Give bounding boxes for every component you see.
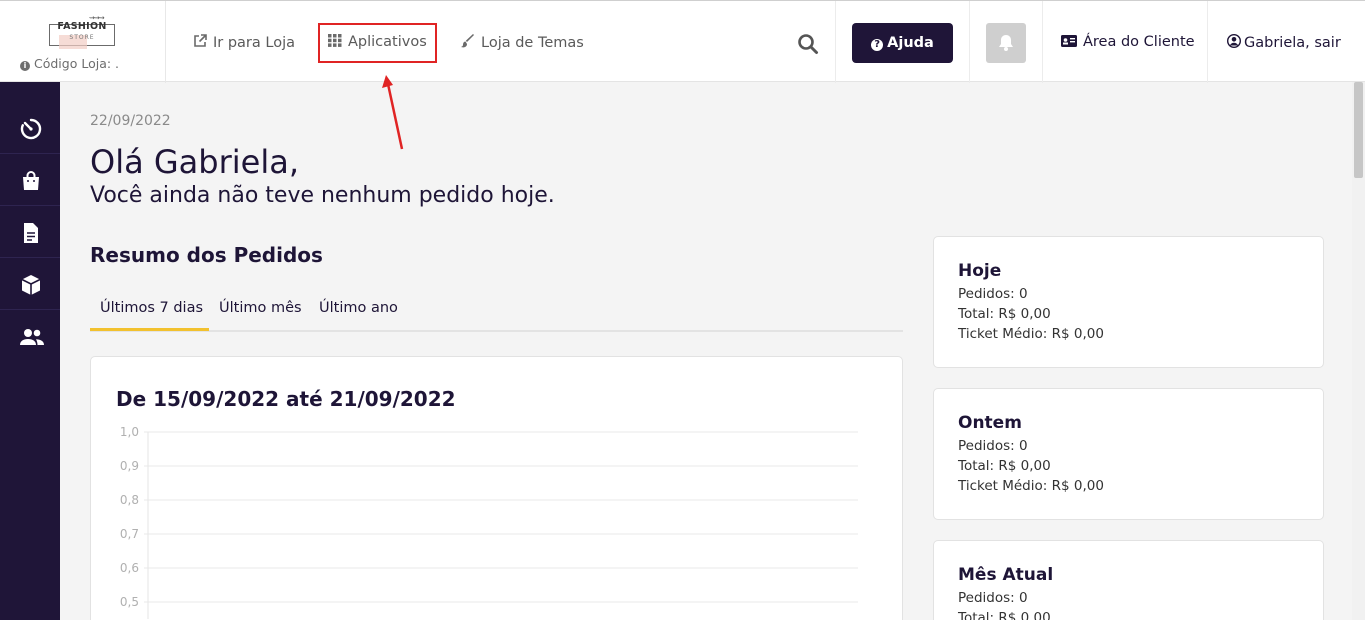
tab-last-month[interactable]: Último mês	[219, 300, 302, 316]
stat-title: Hoje	[958, 261, 1002, 281]
logo-area: ⇝⇝⇝ FASHION STORE i Código Loja: .	[0, 1, 166, 83]
sidebar-item-dashboard[interactable]	[0, 102, 60, 154]
stat-title: Mês Atual	[958, 565, 1054, 585]
header-divider	[835, 1, 836, 83]
theme-store-label: Loja de Temas	[481, 35, 584, 51]
question-icon: ?	[871, 39, 884, 51]
stat-title: Ontem	[958, 413, 1022, 433]
client-area-label: Área do Cliente	[1083, 34, 1195, 50]
stat-card-yesterday: Ontem Pedidos: 0 Total: R$ 0,00 Ticket M…	[933, 388, 1324, 520]
sidebar-item-products[interactable]	[0, 258, 60, 310]
search-button[interactable]	[797, 33, 821, 55]
search-icon	[798, 34, 818, 54]
sidebar-item-customers[interactable]	[0, 310, 60, 362]
notifications-button[interactable]	[986, 23, 1026, 63]
page-scrollbar[interactable]	[1352, 82, 1365, 620]
logo-subtext: STORE	[69, 34, 95, 41]
stat-card-today: Hoje Pedidos: 0 Total: R$ 0,00 Ticket Mé…	[933, 236, 1324, 368]
sidebar-item-orders[interactable]	[0, 154, 60, 206]
info-icon: i	[20, 61, 30, 71]
brush-icon	[461, 34, 475, 52]
go-to-store-link[interactable]: Ir para Loja	[193, 34, 295, 52]
header-divider	[969, 1, 970, 83]
y-tick-label: 0,6	[120, 561, 139, 575]
logo-text: FASHION	[57, 21, 107, 32]
header-divider	[1207, 1, 1208, 83]
y-tick-label: 0,8	[120, 493, 139, 507]
greeting-title: Olá Gabriela,	[90, 143, 299, 181]
active-tab-indicator	[90, 328, 209, 331]
tab-last-year[interactable]: Último ano	[319, 300, 398, 316]
stat-total: Total: R$ 0,00	[958, 610, 1051, 620]
top-bar: ⇝⇝⇝ FASHION STORE i Código Loja: . Ir par…	[0, 0, 1365, 83]
stat-ticket: Ticket Médio: R$ 0,00	[958, 326, 1104, 342]
user-logout-link[interactable]: Gabriela, sair	[1226, 33, 1341, 52]
orders-chart: 1,0 0,9 0,8 0,7 0,6 0,5	[120, 425, 858, 619]
y-tick-label: 0,5	[120, 595, 139, 609]
stat-orders: Pedidos: 0	[958, 590, 1028, 606]
id-card-icon	[1061, 35, 1077, 51]
stat-total: Total: R$ 0,00	[958, 306, 1051, 322]
users-icon	[20, 329, 44, 345]
y-tick-label: 0,7	[120, 527, 139, 541]
stat-ticket: Ticket Médio: R$ 0,00	[958, 478, 1104, 494]
apps-highlight-box	[318, 23, 437, 63]
user-label: Gabriela, sair	[1244, 35, 1341, 51]
bell-icon	[999, 35, 1013, 51]
current-date: 22/09/2022	[90, 113, 171, 129]
stat-orders: Pedidos: 0	[958, 286, 1028, 302]
orders-summary-title: Resumo dos Pedidos	[90, 243, 323, 267]
go-to-store-label: Ir para Loja	[213, 35, 296, 51]
stat-orders: Pedidos: 0	[958, 438, 1028, 454]
period-tabs: Últimos 7 dias Último mês Último ano	[90, 290, 903, 332]
bag-icon	[23, 171, 39, 190]
y-tick-label: 1,0	[120, 425, 139, 439]
scrollbar-thumb[interactable]	[1354, 82, 1363, 178]
sidebar	[0, 82, 60, 620]
help-button[interactable]: ? Ajuda	[852, 23, 953, 63]
tab-last-7-days[interactable]: Últimos 7 dias	[100, 300, 203, 316]
store-code: i Código Loja: .	[20, 56, 119, 71]
client-area-link[interactable]: Área do Cliente	[1061, 34, 1195, 51]
greeting-subtitle: Você ainda não teve nenhum pedido hoje.	[90, 183, 555, 208]
y-tick-label: 0,9	[120, 459, 139, 473]
theme-store-link[interactable]: Loja de Temas	[461, 34, 584, 52]
stat-card-current-month: Mês Atual Pedidos: 0 Total: R$ 0,00	[933, 540, 1324, 620]
box-icon	[21, 275, 41, 295]
orders-chart-card: De 15/09/2022 até 21/09/2022 1,0 0,9 0,8 0,…	[90, 356, 903, 620]
store-code-label: Código Loja: .	[34, 56, 120, 71]
store-logo[interactable]: ⇝⇝⇝ FASHION STORE	[49, 14, 115, 50]
dashboard-icon	[20, 118, 42, 140]
document-icon	[24, 223, 38, 243]
annotation-arrow-icon	[382, 75, 404, 150]
stat-total: Total: R$ 0,00	[958, 458, 1051, 474]
header-divider	[1042, 1, 1043, 83]
external-link-icon	[193, 34, 207, 52]
user-icon	[1226, 33, 1242, 52]
sidebar-item-documents[interactable]	[0, 206, 60, 258]
help-label: Ajuda	[887, 35, 934, 51]
